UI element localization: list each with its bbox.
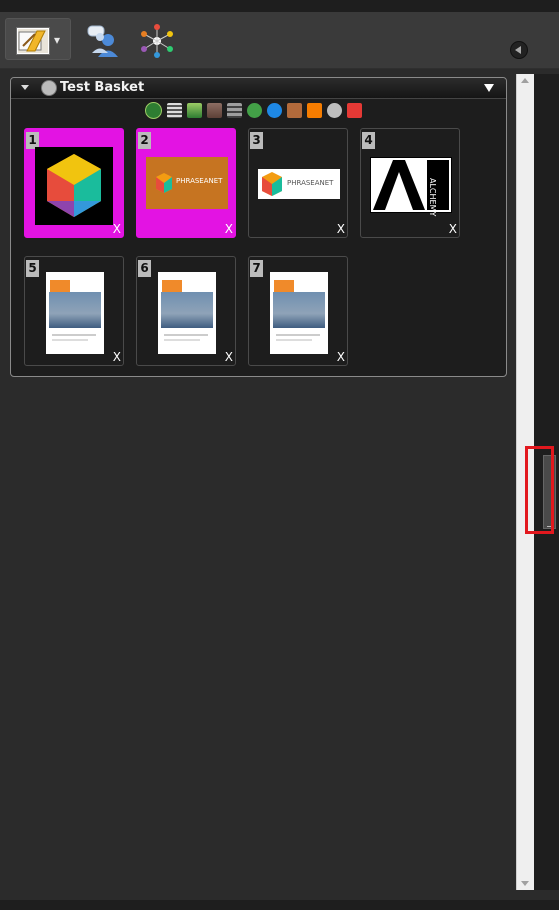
recycle-icon[interactable]	[247, 102, 262, 118]
users-chat-icon	[87, 25, 118, 57]
bridge-icon[interactable]	[287, 102, 302, 118]
phraseanet-logo-text: PHRASEANET	[176, 177, 223, 185]
remove-item-button[interactable]: X	[113, 350, 121, 364]
item-thumbnail: ALCHEMY	[370, 157, 452, 217]
item-thumbnail	[35, 147, 113, 225]
collapse-panel-button[interactable]	[510, 41, 528, 59]
item-thumbnail: PHRASEANET	[258, 169, 340, 199]
basket-panel: Test Basket 1 X 2 PHRASEANET X 3 PHRASEA…	[10, 77, 507, 377]
scroll-up-icon[interactable]	[517, 76, 534, 86]
item-thumbnail	[46, 272, 104, 354]
network-button[interactable]	[140, 24, 174, 58]
basket-item[interactable]: 5 X	[24, 256, 124, 366]
basket-item[interactable]: 1 X	[24, 128, 124, 238]
rss-icon[interactable]	[307, 102, 322, 118]
edit-menu-button[interactable]: ▾	[5, 18, 71, 60]
basket-item[interactable]: 2 PHRASEANET X	[136, 128, 236, 238]
top-strip	[0, 0, 559, 12]
basket-icon	[41, 80, 57, 96]
basket-item[interactable]: 6 X	[136, 256, 236, 366]
basket-item[interactable]: 7 X	[248, 256, 348, 366]
item-number: 3	[250, 132, 263, 149]
info-icon[interactable]	[145, 101, 162, 119]
basket-actions	[145, 101, 362, 119]
basket-title[interactable]: Test Basket	[60, 80, 144, 95]
chevron-down-icon: ▾	[54, 33, 61, 47]
bottom-bar	[0, 900, 559, 910]
stack-icon[interactable]	[227, 102, 242, 118]
item-thumbnail	[158, 272, 216, 354]
highlight-box	[525, 446, 554, 534]
item-number: 7	[250, 260, 263, 277]
network-star-icon	[141, 24, 173, 58]
download-icon[interactable]	[187, 102, 202, 118]
remove-item-button[interactable]: X	[113, 222, 121, 236]
scroll-down-icon[interactable]	[517, 878, 534, 888]
remove-item-button[interactable]: X	[225, 350, 233, 364]
toolbar: ▾	[0, 12, 559, 69]
item-thumbnail: PHRASEANET	[146, 157, 228, 209]
item-number: 6	[138, 260, 151, 277]
delete-icon[interactable]	[347, 102, 362, 118]
item-number: 2	[138, 132, 151, 149]
item-number: 5	[26, 260, 39, 277]
item-thumbnail	[270, 272, 328, 354]
basket-header: Test Basket	[11, 78, 506, 99]
users-chat-button[interactable]	[86, 24, 124, 60]
settings-icon[interactable]	[327, 102, 342, 118]
basket-item[interactable]: 4 ALCHEMY X	[360, 128, 460, 238]
remove-item-button[interactable]: X	[225, 222, 233, 236]
list-icon[interactable]	[167, 102, 182, 118]
basket-item[interactable]: 3 PHRASEANET X	[248, 128, 348, 238]
alchemy-logo-text: ALCHEMY	[428, 178, 437, 217]
help-icon[interactable]	[267, 102, 282, 118]
remove-item-button[interactable]: X	[337, 350, 345, 364]
phraseanet-logo-text: PHRASEANET	[287, 179, 334, 187]
item-number: 4	[362, 132, 375, 149]
print-icon[interactable]	[207, 102, 222, 118]
chevron-down-icon[interactable]	[21, 85, 29, 90]
basket-menu-button[interactable]	[484, 84, 494, 92]
remove-item-button[interactable]: X	[449, 222, 457, 236]
edit-icon	[16, 27, 50, 55]
remove-item-button[interactable]: X	[337, 222, 345, 236]
